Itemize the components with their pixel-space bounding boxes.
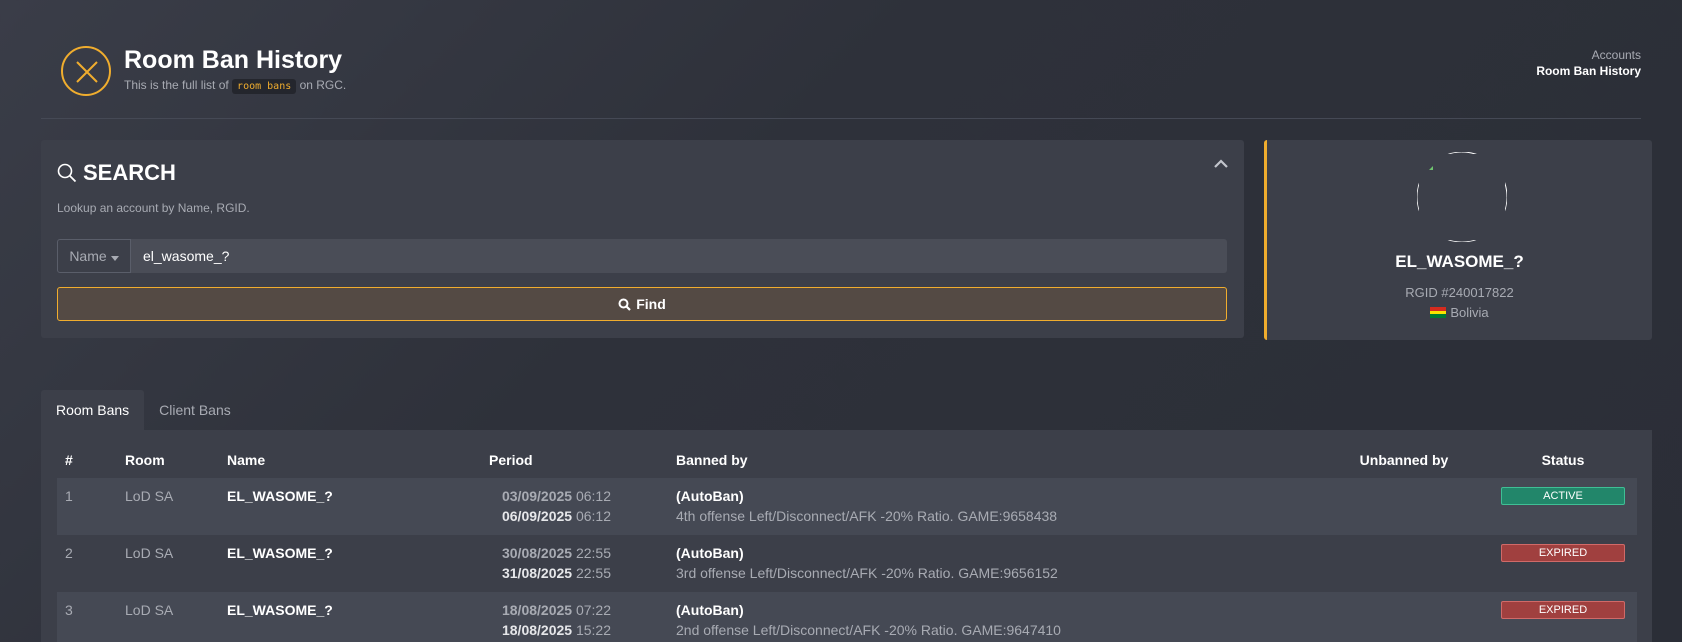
row-room: LoD SA	[125, 488, 174, 504]
caret-down-icon	[110, 248, 119, 264]
column-header-period: Period	[489, 452, 533, 468]
row-period: 30/08/2025 22:55 31/08/2025 22:55	[501, 545, 611, 581]
row-room: LoD SA	[125, 602, 174, 618]
column-header-unbanned-by: Unbanned by	[1359, 452, 1449, 468]
tab-client-bans[interactable]: Client Bans	[144, 390, 246, 430]
bans-table-panel: # Room Name Period Banned by Unbanned by…	[41, 430, 1652, 642]
row-name[interactable]: EL_WASOME_?	[219, 478, 439, 514]
search-input[interactable]	[131, 239, 1227, 273]
page-header: Room Ban History This is the full list o…	[41, 34, 1641, 119]
profile-country: Bolivia	[1267, 305, 1652, 320]
subtitle-suffix: on RGC.	[299, 78, 347, 92]
search-title-label: SEARCH	[83, 160, 176, 185]
profile-card: EL_WASOME_? RGID #240017822 Bolivia	[1264, 140, 1652, 340]
row-banned-by: (AutoBan) 2nd offense Left/Disconnect/AF…	[676, 602, 1061, 638]
page-subtitle: This is the full list of room bans on RG…	[124, 78, 347, 94]
row-period: 18/08/2025 07:22 18/08/2025 15:22	[501, 602, 611, 638]
status-badge: EXPIRED	[1501, 601, 1625, 619]
row-unbanned-by	[1319, 592, 1489, 608]
find-button[interactable]: Find	[57, 287, 1227, 321]
table-row: 1 LoD SA EL_WASOME_? 03/09/2025 06:12 06…	[57, 478, 1637, 535]
column-header-name: Name	[227, 452, 266, 468]
row-num: 2	[65, 545, 73, 561]
search-icon	[57, 163, 77, 183]
bolivia-flag-icon	[1430, 307, 1447, 319]
breadcrumb: Accounts Room Ban History	[1536, 48, 1641, 78]
tab-room-bans[interactable]: Room Bans	[41, 390, 145, 430]
search-description: Lookup an account by Name, RGID.	[57, 201, 250, 215]
status-badge: ACTIVE	[1501, 487, 1625, 505]
row-unbanned-by	[1319, 535, 1489, 551]
subtitle-code: room bans	[232, 79, 297, 94]
breadcrumb-accounts[interactable]: Accounts	[1536, 48, 1641, 62]
row-room: LoD SA	[125, 545, 174, 561]
column-header-room: Room	[125, 452, 165, 468]
search-row: Name	[57, 239, 1227, 273]
bans-table: # Room Name Period Banned by Unbanned by…	[57, 442, 1637, 642]
column-header-banned-by: Banned by	[676, 452, 748, 468]
table-row: 3 LoD SA EL_WASOME_? 18/08/2025 07:22 18…	[57, 592, 1637, 642]
ban-logo-icon	[61, 46, 111, 96]
row-banned-by: (AutoBan) 3rd offense Left/Disconnect/AF…	[676, 545, 1058, 581]
row-banned-by: (AutoBan) 4th offense Left/Disconnect/AF…	[676, 488, 1058, 524]
status-badge: EXPIRED	[1501, 544, 1625, 562]
row-name[interactable]: EL_WASOME_?	[219, 535, 439, 571]
search-icon	[618, 298, 631, 311]
profile-rgid: RGID #240017822	[1405, 285, 1514, 300]
table-row: 2 LoD SA EL_WASOME_? 30/08/2025 22:55 31…	[57, 535, 1637, 592]
ban-tabs: Room Bans Client Bans	[41, 390, 246, 430]
page-title: Room Ban History	[124, 46, 343, 74]
find-button-label: Find	[636, 296, 666, 312]
avatar	[1416, 151, 1508, 243]
column-header-num: #	[65, 452, 73, 468]
row-unbanned-by	[1319, 478, 1489, 494]
row-period: 03/09/2025 06:12 06/09/2025 06:12	[501, 488, 611, 524]
subtitle-prefix: This is the full list of	[124, 78, 229, 92]
country-label: Bolivia	[1450, 305, 1489, 320]
search-panel: SEARCH Lookup an account by Name, RGID. …	[41, 140, 1244, 338]
dropdown-label: Name	[69, 248, 107, 264]
chevron-up-icon[interactable]	[1214, 156, 1228, 172]
row-num: 1	[65, 488, 73, 504]
column-header-status: Status	[1541, 452, 1585, 468]
breadcrumb-current: Room Ban History	[1536, 64, 1641, 78]
search-type-dropdown[interactable]: Name	[57, 239, 131, 273]
profile-name: EL_WASOME_?	[1395, 252, 1524, 271]
search-title: SEARCH	[57, 160, 176, 186]
row-name[interactable]: EL_WASOME_?	[219, 592, 439, 628]
row-num: 3	[65, 602, 73, 618]
